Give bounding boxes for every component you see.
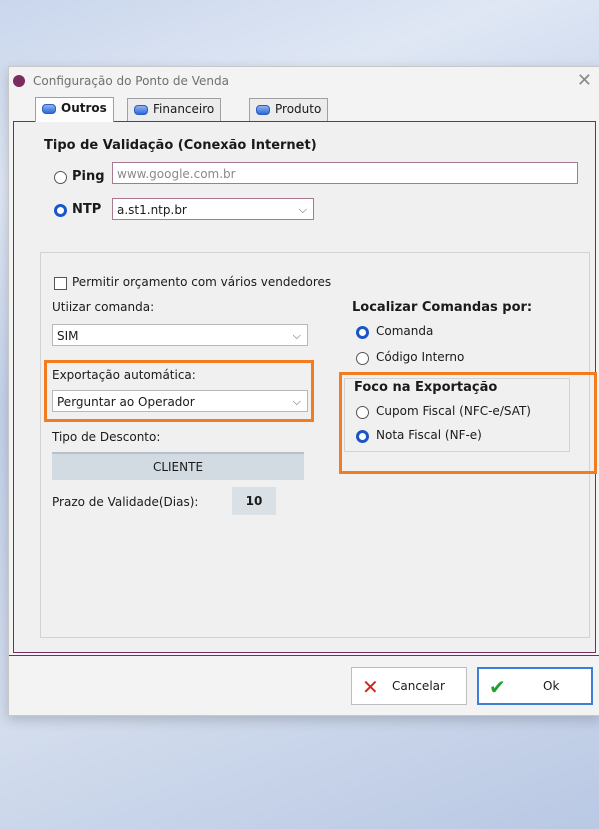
tab-financeiro[interactable]: Financeiro xyxy=(127,98,222,121)
use-command-value: SIM xyxy=(57,329,79,343)
auto-export-highlight xyxy=(44,360,314,422)
tab-panel-outros: Tipo de Validação (Conexão Internet) Pin… xyxy=(13,121,597,653)
blue-pill-icon xyxy=(256,104,270,115)
tab-outros[interactable]: Outros xyxy=(35,97,114,122)
title-bar: Configuração do Ponto de Venda ✕ xyxy=(9,67,599,97)
ok-button[interactable]: ✔ Ok xyxy=(477,667,593,705)
ntp-server-select[interactable]: a.st1.ntp.br ⌵ xyxy=(112,198,314,220)
validity-days-field[interactable]: 10 xyxy=(232,487,276,515)
discount-type-label: Tipo de Desconto: xyxy=(52,430,161,444)
ntp-label: NTP xyxy=(72,202,102,217)
blue-pill-icon xyxy=(42,103,56,114)
ntp-radio[interactable] xyxy=(54,204,67,217)
ntp-server-value: a.st1.ntp.br xyxy=(117,203,187,217)
tab-produto[interactable]: Produto xyxy=(249,98,329,121)
blue-pill-icon xyxy=(134,104,148,115)
find-by-command-radio[interactable] xyxy=(356,326,369,339)
cancel-label: Cancelar xyxy=(392,679,445,693)
window-title: Configuração do Ponto de Venda xyxy=(33,74,229,88)
validity-label: Prazo de Validade(Dias): xyxy=(52,495,199,509)
tab-label: Produto xyxy=(275,102,322,116)
use-command-select[interactable]: SIM ⌵ xyxy=(52,324,308,346)
ping-radio[interactable] xyxy=(54,171,67,184)
cancel-x-icon: ✕ xyxy=(362,675,379,699)
find-commands-title: Localizar Comandas por: xyxy=(352,300,533,315)
tab-label: Financeiro xyxy=(153,102,215,116)
validation-title: Tipo de Validação (Conexão Internet) xyxy=(44,138,317,153)
close-icon[interactable]: ✕ xyxy=(577,70,592,91)
use-command-label: Utiizar comanda: xyxy=(52,300,155,314)
ping-host-field[interactable]: www.google.com.br xyxy=(112,162,578,184)
discount-type-button[interactable]: CLIENTE xyxy=(52,452,304,480)
find-by-command-label: Comanda xyxy=(376,324,434,338)
chevron-down-icon: ⌵ xyxy=(298,203,307,216)
footer-divider xyxy=(9,655,599,656)
config-dialog: Configuração do Ponto de Venda ✕ Outros … xyxy=(8,66,599,716)
export-focus-highlight xyxy=(339,372,597,474)
ok-label: Ok xyxy=(543,679,560,693)
find-by-code-radio[interactable] xyxy=(356,352,369,365)
tab-label: Outros xyxy=(61,101,107,115)
cancel-button[interactable]: ✕ Cancelar xyxy=(351,667,467,705)
find-by-code-label: Código Interno xyxy=(376,350,465,364)
ping-label: Ping xyxy=(72,169,105,184)
multi-sellers-checkbox[interactable] xyxy=(54,277,67,290)
app-icon xyxy=(13,75,25,87)
multi-sellers-label: Permitir orçamento com vários vendedores xyxy=(72,275,332,289)
check-icon: ✔ xyxy=(489,675,506,699)
chevron-down-icon: ⌵ xyxy=(292,329,301,342)
